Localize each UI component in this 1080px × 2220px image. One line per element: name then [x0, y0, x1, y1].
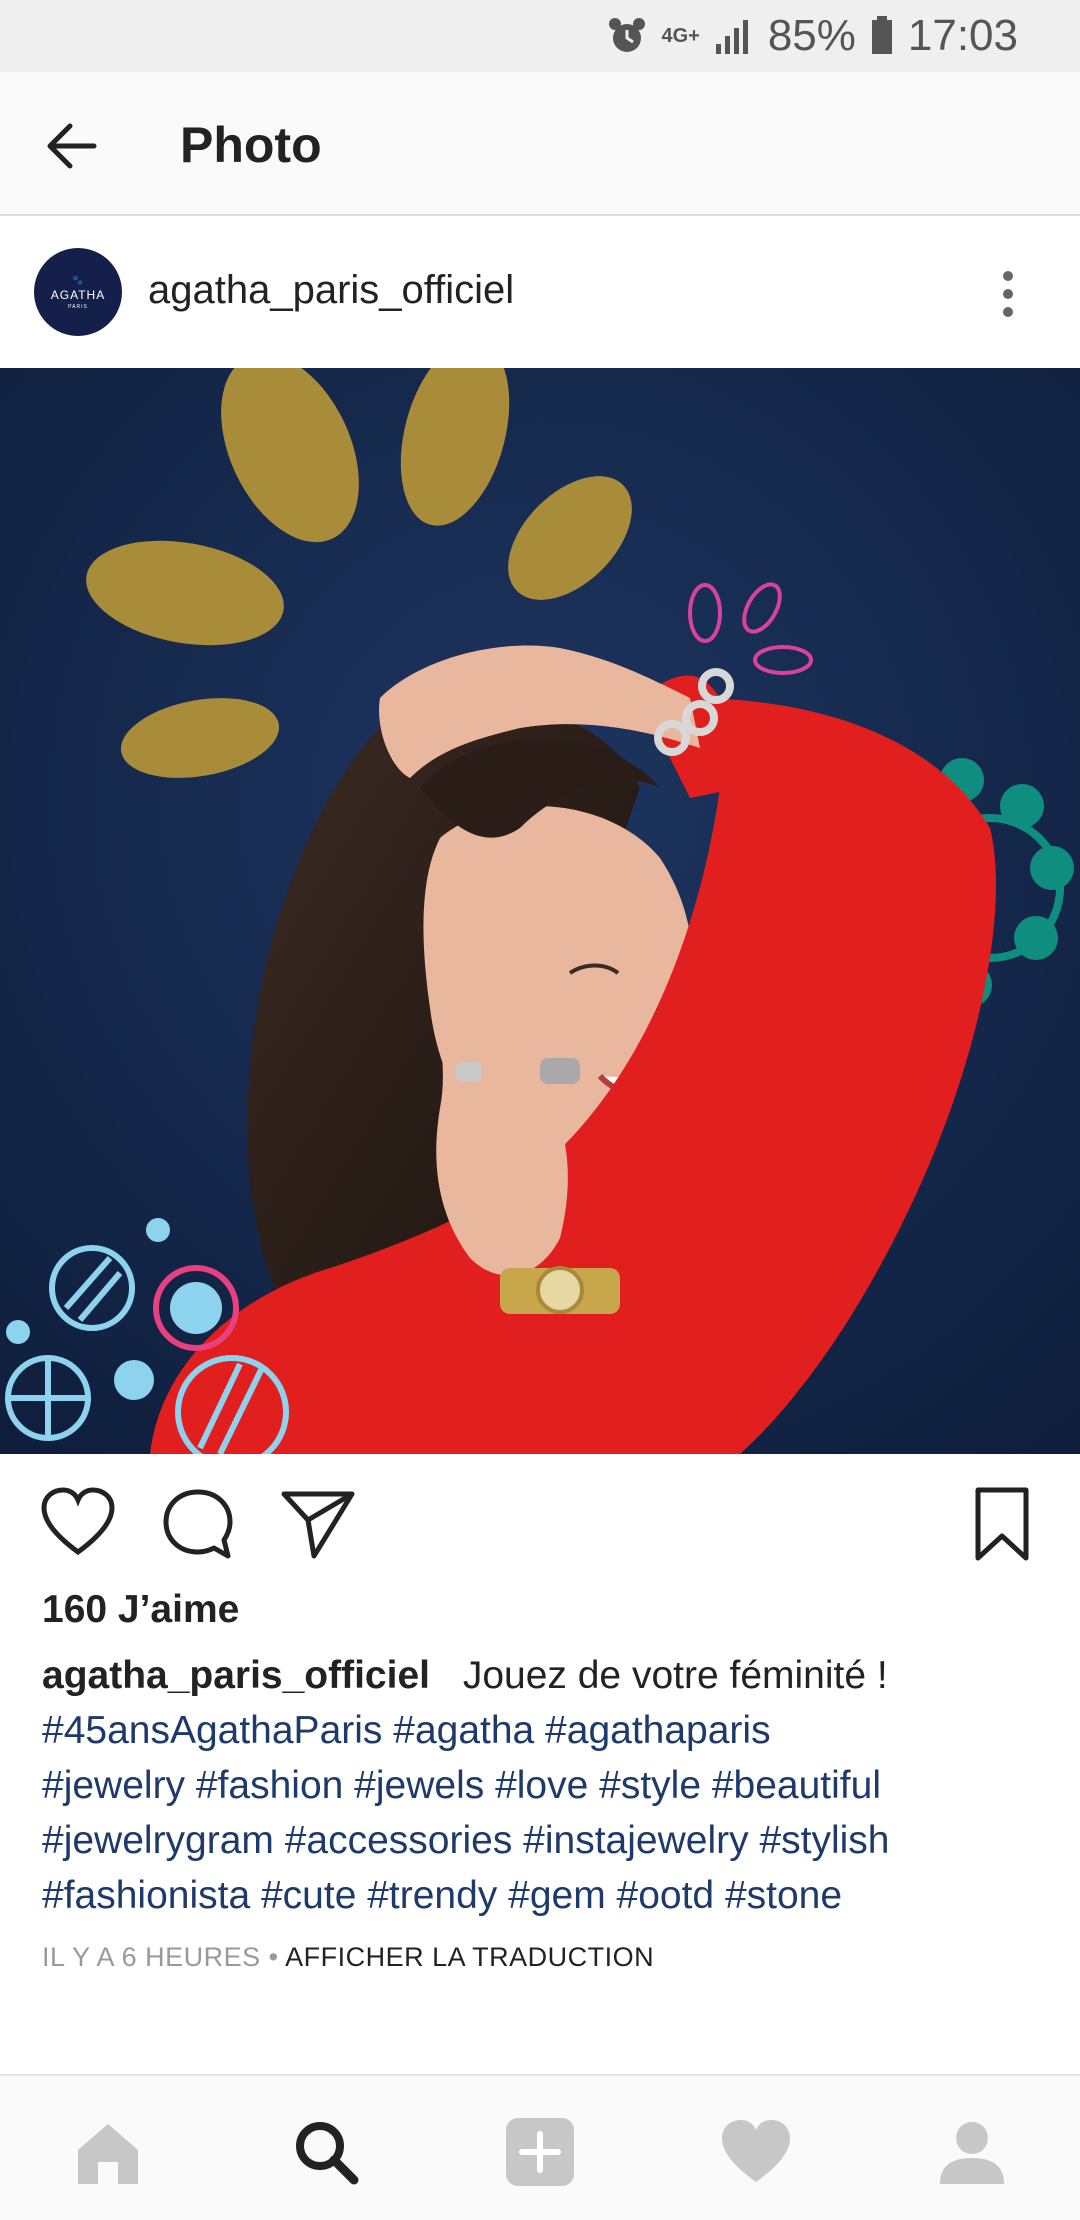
alarm-icon	[609, 18, 646, 52]
post-meta: IL Y A 6 HEURES • AFFICHER LA TRADUCTION	[42, 1942, 654, 1973]
translate-link[interactable]: AFFICHER LA TRADUCTION	[285, 1942, 654, 1972]
clock: 17:03	[907, 11, 1018, 60]
network-type: 4G+	[661, 24, 700, 47]
hashtags-line-3[interactable]: #jewelrygram #accessories #instajewelry …	[42, 1813, 1052, 1868]
avatar[interactable]: 🐾 AGATHA PARIS	[34, 248, 122, 336]
caption-text: Jouez de votre féminité !	[462, 1654, 888, 1697]
bookmark-icon[interactable]	[962, 1484, 1042, 1564]
post-header: 🐾 AGATHA PARIS agatha_paris_officiel	[0, 216, 1080, 368]
page-title: Photo	[180, 117, 322, 173]
caption-username[interactable]: agatha_paris_officiel	[42, 1654, 430, 1697]
post-caption: agatha_paris_officiel Jouez de votre fém…	[42, 1648, 1052, 1923]
time-ago: IL Y A 6 HEURES	[42, 1942, 261, 1972]
heart-icon[interactable]	[38, 1484, 118, 1564]
meta-separator: •	[260, 1942, 286, 1972]
comment-icon[interactable]	[158, 1484, 238, 1564]
post-actions	[0, 1454, 1080, 1594]
search-icon[interactable]	[288, 2114, 364, 2190]
add-icon[interactable]	[502, 2114, 578, 2190]
likes-count[interactable]: 160 J’aime	[42, 1588, 239, 1632]
avatar-brand: AGATHA	[50, 287, 106, 302]
heart-icon[interactable]	[718, 2114, 794, 2190]
hashtags-line-1[interactable]: #45ansAgathaParis #agatha #agathaparis	[42, 1703, 1052, 1758]
share-icon[interactable]	[278, 1484, 358, 1564]
post-username[interactable]: agatha_paris_officiel	[148, 268, 514, 313]
avatar-sub: PARIS	[68, 303, 88, 310]
hashtags-line-2[interactable]: #jewelry #fashion #jewels #love #style #…	[42, 1758, 1052, 1813]
profile-icon[interactable]	[934, 2114, 1010, 2190]
status-bar: 4G+ 85% 17:03	[0, 0, 1080, 72]
signal-icon	[715, 20, 748, 54]
bottom-nav	[0, 2074, 1080, 2220]
home-icon[interactable]	[70, 2114, 146, 2190]
post-photo[interactable]	[0, 368, 1080, 1454]
avatar-logo-icon: 🐾	[72, 274, 84, 285]
app-bar: Photo	[0, 72, 1080, 216]
hashtags-line-4[interactable]: #fashionista #cute #trendy #gem #ootd #s…	[42, 1868, 1052, 1923]
arrow-left-icon[interactable]	[40, 114, 104, 178]
battery-percent: 85%	[767, 11, 856, 60]
vertical-dots-icon[interactable]	[988, 264, 1028, 324]
battery-icon	[871, 16, 892, 54]
